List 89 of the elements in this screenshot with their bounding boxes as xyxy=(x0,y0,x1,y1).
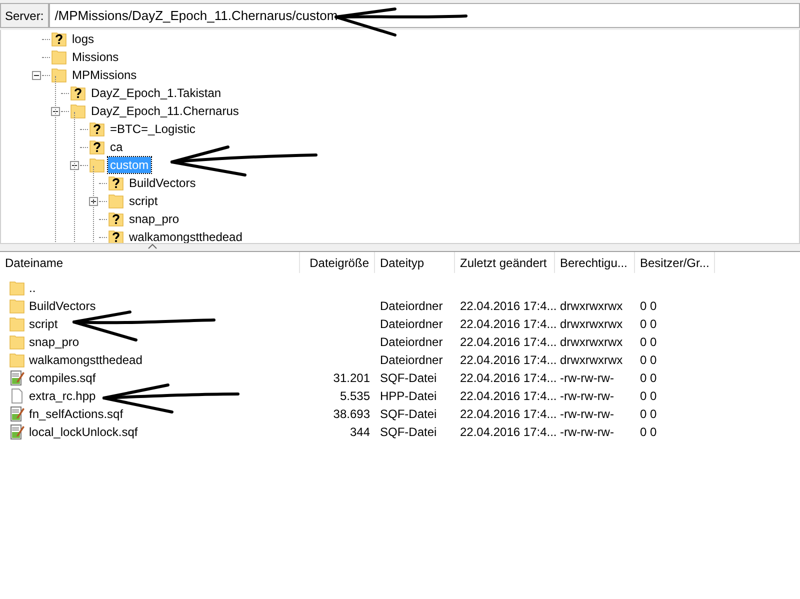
column-header[interactable]: Dateigröße xyxy=(300,252,375,273)
table-cell: SQF-Datei xyxy=(380,407,437,421)
table-cell: 38.693 xyxy=(333,407,370,421)
table-cell: 22.04.2016 17:4... xyxy=(460,353,557,367)
table-cell: -rw-rw-rw- xyxy=(560,389,614,403)
unknown-folder-icon xyxy=(89,139,105,155)
unknown-folder-icon xyxy=(108,175,124,191)
column-header[interactable]: Berechtigu... xyxy=(555,252,635,273)
tree-item[interactable]: MPMissions xyxy=(70,67,139,83)
table-cell: 0 0 xyxy=(640,425,657,439)
table-cell: drwxrwxrwx xyxy=(560,353,623,367)
folder-icon xyxy=(9,316,25,332)
table-cell: 344 xyxy=(350,425,370,439)
unknown-folder-icon xyxy=(51,31,67,47)
collapse-icon[interactable] xyxy=(32,70,41,80)
table-cell: Dateiordner xyxy=(380,335,443,349)
unknown-folder-icon xyxy=(89,121,105,137)
table-cell: 22.04.2016 17:4... xyxy=(460,299,557,313)
table-cell: SQF-Datei xyxy=(380,371,437,385)
folder-icon xyxy=(9,334,25,350)
table-cell: 0 0 xyxy=(640,299,657,313)
file-icon xyxy=(9,388,25,404)
tree-item[interactable]: BuildVectors xyxy=(127,175,198,191)
script-file-icon xyxy=(9,406,25,422)
table-cell: 0 0 xyxy=(640,371,657,385)
tree-item[interactable]: logs xyxy=(70,31,96,47)
file-name[interactable]: local_lockUnlock.sqf xyxy=(29,425,138,439)
table-cell: HPP-Datei xyxy=(380,389,437,403)
server-label: Server: xyxy=(0,3,49,28)
tree-item[interactable]: =BTC=_Logistic xyxy=(108,121,198,137)
folder-icon xyxy=(89,157,105,173)
collapse-icon[interactable] xyxy=(51,106,60,116)
sort-caret-icon xyxy=(148,244,157,249)
table-cell: Dateiordner xyxy=(380,353,443,367)
table-cell: 0 0 xyxy=(640,407,657,421)
table-cell: 0 0 xyxy=(640,335,657,349)
column-header[interactable]: Zuletzt geändert xyxy=(455,252,555,273)
column-header[interactable]: Dateiname xyxy=(0,252,300,273)
folder-icon xyxy=(9,280,25,296)
table-cell: 22.04.2016 17:4... xyxy=(460,407,557,421)
script-file-icon xyxy=(9,424,25,440)
file-name[interactable]: script xyxy=(29,317,58,331)
table-cell: 0 0 xyxy=(640,389,657,403)
path-field[interactable]: /MPMissions/DayZ_Epoch_11.Chernarus/custom xyxy=(48,3,800,28)
file-name[interactable]: extra_rc.hpp xyxy=(29,389,96,403)
table-cell: 0 0 xyxy=(640,317,657,331)
tree-item[interactable]: snap_pro xyxy=(127,211,182,227)
tree-item[interactable]: ca xyxy=(108,139,125,155)
table-cell: 22.04.2016 17:4... xyxy=(460,335,557,349)
table-cell: 22.04.2016 17:4... xyxy=(460,371,557,385)
file-name[interactable]: fn_selfActions.sqf xyxy=(29,407,124,421)
unknown-folder-icon xyxy=(108,229,124,243)
file-name[interactable]: walkamongstthedead xyxy=(29,353,142,367)
folder-icon xyxy=(9,298,25,314)
file-name[interactable]: .. xyxy=(29,281,36,295)
table-cell: 22.04.2016 17:4... xyxy=(460,317,557,331)
table-cell: -rw-rw-rw- xyxy=(560,425,614,439)
unknown-folder-icon xyxy=(70,85,86,101)
table-cell: Dateiordner xyxy=(380,299,443,313)
tree-item[interactable]: script xyxy=(127,193,160,209)
file-name[interactable]: snap_pro xyxy=(29,335,80,349)
folder-icon xyxy=(51,49,67,65)
folder-icon xyxy=(9,352,25,368)
table-cell: 31.201 xyxy=(333,371,370,385)
table-cell: 0 0 xyxy=(640,353,657,367)
tree-item[interactable]: DayZ_Epoch_11.Chernarus xyxy=(89,103,241,119)
folder-icon xyxy=(70,103,86,119)
folder-icon xyxy=(51,67,67,83)
expand-icon[interactable] xyxy=(89,196,98,206)
table-cell: drwxrwxrwx xyxy=(560,299,623,313)
column-header[interactable]: Dateityp xyxy=(375,252,455,273)
table-cell: -rw-rw-rw- xyxy=(560,371,614,385)
file-name[interactable]: BuildVectors xyxy=(29,299,96,313)
unknown-folder-icon xyxy=(108,211,124,227)
table-cell: -rw-rw-rw- xyxy=(560,407,614,421)
table-cell: Dateiordner xyxy=(380,317,443,331)
table-cell: drwxrwxrwx xyxy=(560,317,623,331)
tree-item[interactable]: Missions xyxy=(70,49,121,65)
table-cell: 5.535 xyxy=(340,389,370,403)
collapse-icon[interactable] xyxy=(70,160,79,170)
table-cell: 22.04.2016 17:4... xyxy=(460,389,557,403)
table-cell: drwxrwxrwx xyxy=(560,335,623,349)
folder-icon xyxy=(108,193,124,209)
column-header[interactable]: Besitzer/Gr... xyxy=(635,252,715,273)
script-file-icon xyxy=(9,370,25,386)
table-cell: 22.04.2016 17:4... xyxy=(460,425,557,439)
file-name[interactable]: compiles.sqf xyxy=(29,371,96,385)
table-cell: SQF-Datei xyxy=(380,425,437,439)
tree-item[interactable]: DayZ_Epoch_1.Takistan xyxy=(89,85,224,101)
